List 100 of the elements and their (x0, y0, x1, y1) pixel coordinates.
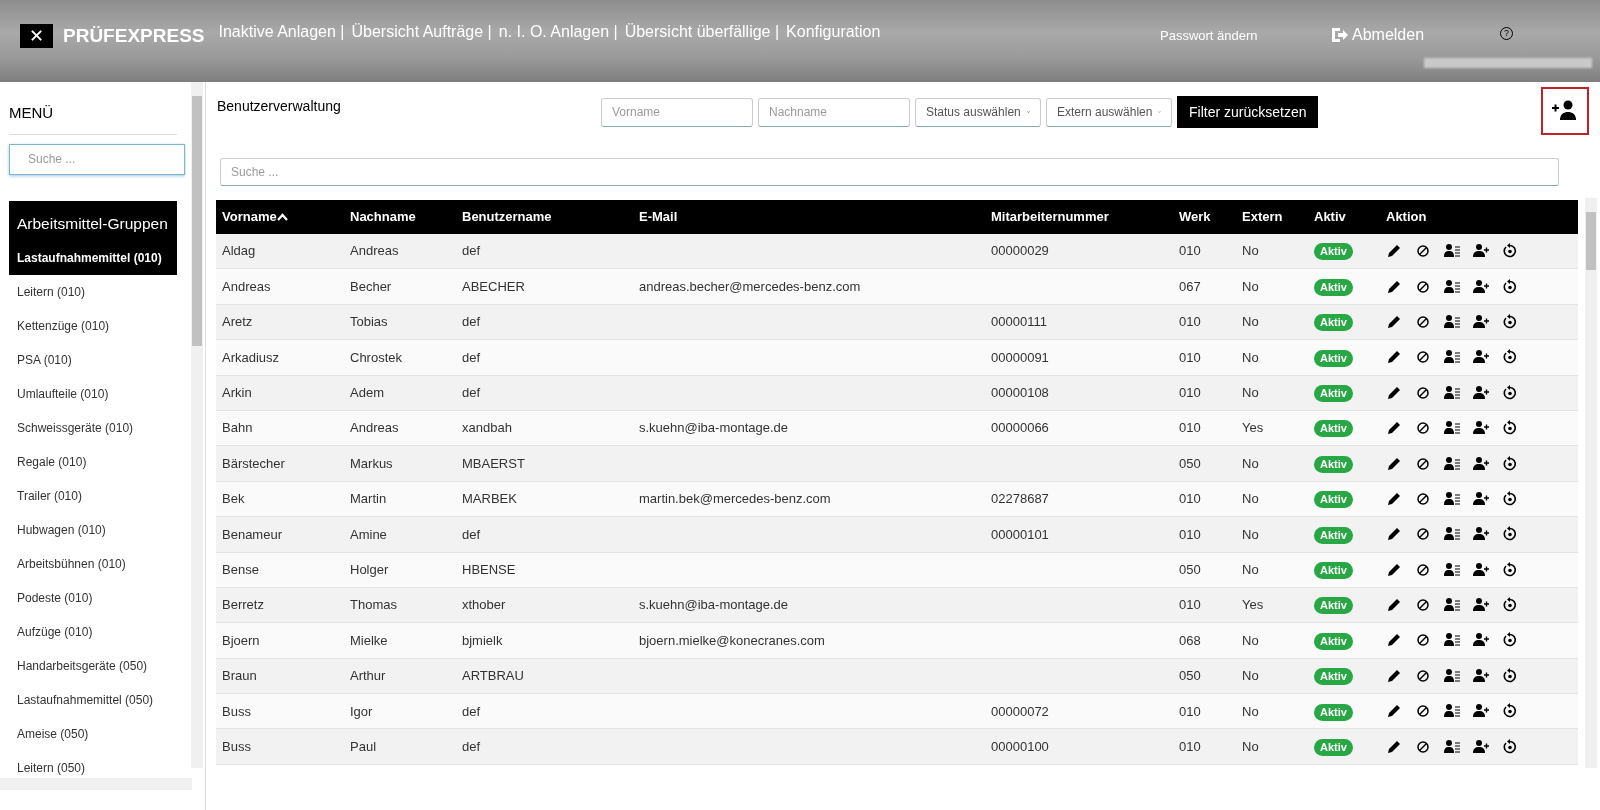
ban-icon[interactable] (1415, 384, 1431, 401)
ban-icon[interactable] (1415, 667, 1431, 684)
user-plus-icon[interactable] (1473, 243, 1489, 260)
user-plus-icon[interactable] (1473, 420, 1489, 437)
ban-icon[interactable] (1415, 597, 1431, 614)
ban-icon[interactable] (1415, 420, 1431, 437)
user-list-icon[interactable] (1444, 384, 1460, 401)
column-header[interactable]: Aktion (1380, 207, 1577, 227)
user-list-icon[interactable] (1444, 313, 1460, 330)
edit-icon[interactable] (1386, 384, 1402, 401)
user-plus-icon[interactable] (1473, 490, 1489, 507)
column-header[interactable]: Benutzername (456, 207, 633, 227)
reset-icon[interactable] (1502, 526, 1518, 543)
ban-icon[interactable] (1415, 561, 1431, 578)
user-plus-icon[interactable] (1473, 384, 1489, 401)
user-list-icon[interactable] (1444, 455, 1460, 472)
user-plus-icon[interactable] (1473, 738, 1489, 755)
user-list-icon[interactable] (1444, 632, 1460, 649)
user-list-icon[interactable] (1444, 490, 1460, 507)
column-header[interactable]: Vorname (216, 207, 344, 227)
ban-icon[interactable] (1415, 243, 1431, 260)
user-plus-icon[interactable] (1473, 455, 1489, 472)
column-header[interactable]: Nachname (344, 207, 456, 227)
user-plus-icon[interactable] (1473, 597, 1489, 614)
reset-icon[interactable] (1502, 278, 1518, 295)
ban-icon[interactable] (1415, 455, 1431, 472)
user-list-icon[interactable] (1444, 738, 1460, 755)
edit-icon[interactable] (1386, 313, 1402, 330)
user-plus-icon[interactable] (1473, 703, 1489, 720)
user-list-icon[interactable] (1444, 420, 1460, 437)
sidebar-search-field[interactable]: Suche ... (9, 143, 185, 175)
edit-icon[interactable] (1386, 667, 1402, 684)
user-plus-icon[interactable] (1473, 561, 1489, 578)
reset-filter-button[interactable]: Filter zurücksetzen (1177, 96, 1319, 128)
ban-icon[interactable] (1415, 526, 1431, 543)
ban-icon[interactable] (1415, 313, 1431, 330)
edit-icon[interactable] (1386, 738, 1402, 755)
ban-icon[interactable] (1415, 349, 1431, 366)
reset-icon[interactable] (1502, 349, 1518, 366)
user-plus-icon[interactable] (1473, 526, 1489, 543)
user-list-icon[interactable] (1444, 597, 1460, 614)
user-list-icon[interactable] (1444, 278, 1460, 295)
ban-icon[interactable] (1415, 278, 1431, 295)
table-search-field[interactable]: Suche ... (220, 158, 1559, 186)
edit-icon[interactable] (1386, 278, 1402, 295)
column-header[interactable]: E-Mail (633, 207, 985, 227)
edit-icon[interactable] (1386, 703, 1402, 720)
column-header[interactable]: Mitarbeiternummer (985, 207, 1173, 227)
logo-mark[interactable]: ✕ (20, 24, 53, 49)
edit-icon[interactable] (1386, 455, 1402, 472)
user-plus-icon[interactable] (1473, 278, 1489, 295)
user-list-icon[interactable] (1444, 349, 1460, 366)
edit-icon[interactable] (1386, 420, 1402, 437)
reset-icon[interactable] (1502, 667, 1518, 684)
scrollbar-thumb[interactable] (192, 96, 202, 346)
ban-icon[interactable] (1415, 738, 1431, 755)
user-list-icon[interactable] (1444, 667, 1460, 684)
column-header[interactable]: Extern (1236, 207, 1308, 227)
edit-icon[interactable] (1386, 597, 1402, 614)
edit-icon[interactable] (1386, 490, 1402, 507)
table-cell-text: 010 (1178, 419, 1202, 438)
ban-icon[interactable] (1415, 632, 1431, 649)
add-user-button[interactable] (1541, 87, 1589, 135)
reset-icon[interactable] (1502, 313, 1518, 330)
table-cell-text: Igor (349, 702, 374, 721)
reset-icon[interactable] (1502, 455, 1518, 472)
user-plus-icon[interactable] (1473, 667, 1489, 684)
column-header[interactable]: Werk (1173, 207, 1236, 227)
vorname-field[interactable]: Vorname (601, 97, 753, 127)
table-cell-text: No (1241, 313, 1260, 332)
reset-icon[interactable] (1502, 490, 1518, 507)
reset-icon[interactable] (1502, 632, 1518, 649)
scrollbar-thumb[interactable] (1586, 212, 1596, 270)
extern-dropdown[interactable]: Extern auswählen (1046, 97, 1172, 127)
sort-up-icon[interactable] (276, 213, 288, 221)
user-list-icon[interactable] (1444, 561, 1460, 578)
user-plus-icon[interactable] (1473, 632, 1489, 649)
reset-icon[interactable] (1502, 420, 1518, 437)
status-dropdown[interactable]: Status auswählen (915, 97, 1041, 127)
edit-icon[interactable] (1386, 526, 1402, 543)
user-plus-icon[interactable] (1473, 313, 1489, 330)
reset-icon[interactable] (1502, 561, 1518, 578)
user-plus-icon[interactable] (1552, 100, 1578, 122)
ban-icon[interactable] (1415, 490, 1431, 507)
edit-icon[interactable] (1386, 349, 1402, 366)
nachname-field[interactable]: Nachname (758, 97, 910, 127)
ban-icon[interactable] (1415, 703, 1431, 720)
reset-icon[interactable] (1502, 703, 1518, 720)
reset-icon[interactable] (1502, 384, 1518, 401)
reset-icon[interactable] (1502, 597, 1518, 614)
edit-icon[interactable] (1386, 243, 1402, 260)
edit-icon[interactable] (1386, 632, 1402, 649)
user-list-icon[interactable] (1444, 243, 1460, 260)
reset-icon[interactable] (1502, 243, 1518, 260)
column-header[interactable]: Aktiv (1308, 207, 1380, 227)
user-list-icon[interactable] (1444, 526, 1460, 543)
reset-icon[interactable] (1502, 738, 1518, 755)
user-list-icon[interactable] (1444, 703, 1460, 720)
user-plus-icon[interactable] (1473, 349, 1489, 366)
edit-icon[interactable] (1386, 561, 1402, 578)
